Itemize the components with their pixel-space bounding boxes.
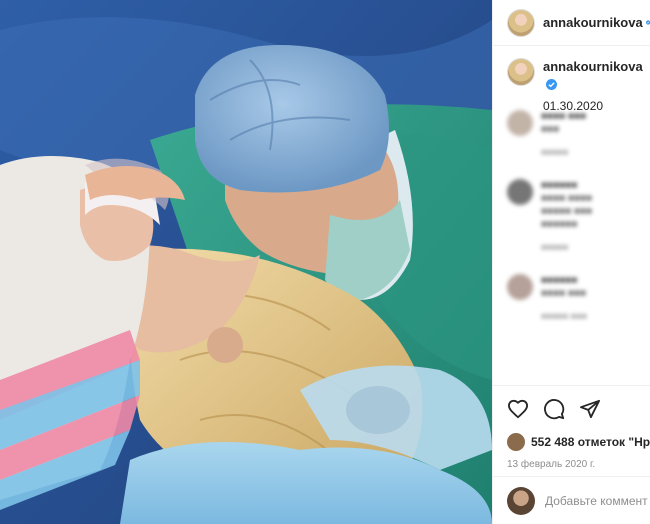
comment-icon[interactable]: [543, 398, 565, 425]
share-icon[interactable]: [579, 399, 601, 424]
comment-meta: ■■■■■: [541, 147, 569, 157]
post-photo-graphic: [0, 0, 492, 524]
instagram-post: annakournikova annakournikova 01.30.2020: [0, 0, 650, 524]
likes-text: 552 488 отметок "Нра: [531, 435, 650, 449]
post-sidebar: annakournikova annakournikova 01.30.2020: [492, 0, 650, 524]
author-username[interactable]: annakournikova: [543, 15, 643, 30]
comment-avatar: [507, 274, 533, 300]
comments-list: ■■■■ ■■■ ■■■ ■■■■■ ■■■■■■ ■■■■ ■■■■ ■■■■■ ■…: [507, 110, 647, 343]
post-caption: annakournikova 01.30.2020: [493, 46, 650, 113]
comment-item: ■■■■■■ ■■■■ ■■■■ ■■■■■ ■■■ ■■■■■■ ■■■■■: [507, 179, 647, 254]
author-avatar[interactable]: [507, 8, 535, 37]
caption-avatar[interactable]: [507, 58, 535, 86]
comment-avatar: [507, 179, 533, 205]
verified-badge-icon: [645, 20, 650, 25]
add-comment-bar: Добавьте коммент: [493, 476, 650, 524]
comment-body: ■■■■■■ ■■■■ ■■■■ ■■■■■ ■■■ ■■■■■■: [541, 180, 593, 230]
verified-badge-icon: [546, 79, 557, 90]
caption-username[interactable]: annakournikova: [543, 59, 643, 74]
post-photo[interactable]: [0, 0, 492, 524]
heart-icon[interactable]: [507, 399, 529, 424]
comment-item: ■■■■ ■■■ ■■■ ■■■■■: [507, 110, 647, 159]
comment-meta: ■■■■■: [541, 242, 569, 252]
likes-count[interactable]: 552 488 отметок "Нра: [507, 433, 650, 451]
comment-meta: ■■■■■ ■■■: [541, 311, 587, 321]
liker-avatar: [507, 433, 525, 451]
post-header: annakournikova: [493, 0, 650, 46]
comment-item: ■■■■■■ ■■■■ ■■■ ■■■■■ ■■■: [507, 274, 647, 323]
comment-input[interactable]: Добавьте коммент: [545, 494, 648, 508]
comment-body: ■■■■■■ ■■■■ ■■■: [541, 275, 587, 299]
comment-avatar: [507, 110, 533, 136]
current-user-avatar: [507, 486, 535, 515]
comment-body: ■■■■ ■■■ ■■■: [541, 111, 587, 135]
post-date: 13 февраль 2020 г.: [507, 459, 596, 470]
post-actions: 552 488 отметок "Нра 13 февраль 2020 г.: [493, 385, 650, 470]
